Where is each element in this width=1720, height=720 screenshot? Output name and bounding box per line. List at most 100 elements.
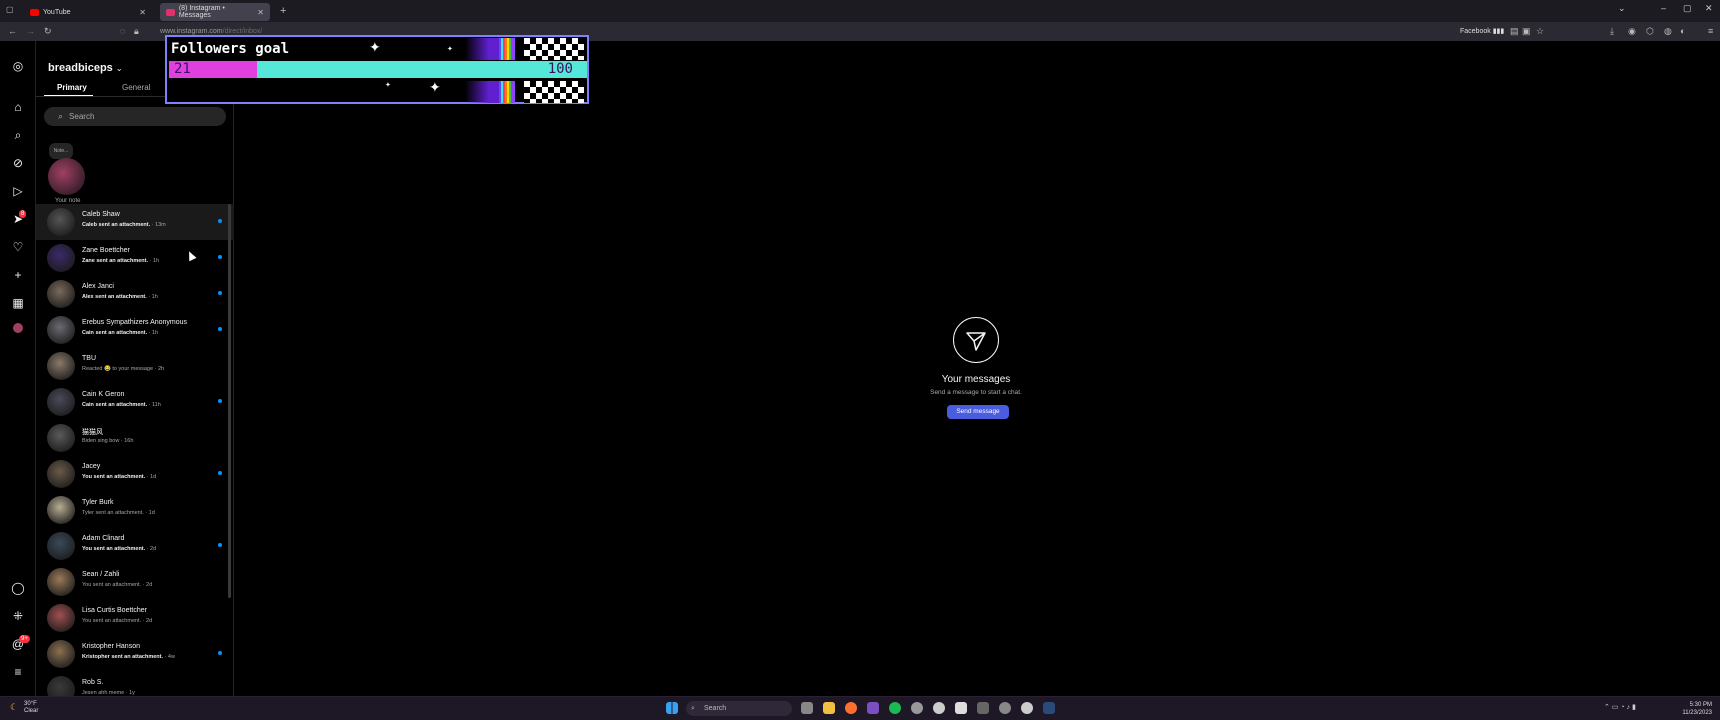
tab-instagram[interactable]: (8) Instagram • Messages ✕ bbox=[160, 3, 270, 21]
preview-text: Tyler sent an attachment. bbox=[82, 510, 144, 516]
app-icon[interactable] bbox=[933, 702, 945, 714]
weather-widget[interactable]: 30°F Clear bbox=[24, 701, 38, 715]
taskbar-search[interactable]: ⌕ Search bbox=[686, 701, 792, 716]
close-tab-icon[interactable]: ✕ bbox=[139, 8, 146, 17]
star-icon[interactable]: ☆ bbox=[1536, 26, 1544, 37]
thread-name: Lisa Curtis Boettcher bbox=[82, 607, 147, 614]
reader-icon[interactable]: ▤ bbox=[1510, 26, 1519, 37]
instagram-logo-icon[interactable]: ◎ bbox=[10, 58, 26, 74]
explore-icon[interactable]: ⊘ bbox=[10, 155, 26, 171]
app-icon[interactable] bbox=[977, 702, 989, 714]
extension-icon[interactable]: ◍ bbox=[1664, 26, 1672, 37]
back-icon[interactable]: ← bbox=[8, 26, 17, 36]
minimize-icon[interactable]: – bbox=[1661, 3, 1666, 13]
heart-icon[interactable]: ♡ bbox=[10, 239, 26, 255]
more-menu-icon[interactable]: ≡ bbox=[10, 664, 26, 680]
tab-list-icon[interactable]: ▢ bbox=[6, 5, 14, 14]
thread-row[interactable]: Sean / Zahli You sent an attachment. · 2d bbox=[36, 564, 234, 600]
thread-name: Sean / Zahli bbox=[82, 571, 120, 578]
system-tray-icons[interactable]: ⌃ ▭ ◔ ♪ ▮ bbox=[1604, 703, 1636, 711]
bookmark-facebook[interactable]: Facebook ▮▮▮ bbox=[1460, 27, 1504, 35]
youtube-favicon-icon bbox=[30, 8, 39, 16]
dashboard-icon[interactable]: ▦ bbox=[10, 295, 26, 311]
app-icon[interactable] bbox=[999, 702, 1011, 714]
download-icon[interactable]: ⤓ bbox=[1610, 26, 1614, 37]
thread-row[interactable]: Tyler Burk Tyler sent an attachment. · 1d bbox=[36, 492, 234, 528]
thread-row[interactable]: Alex Janci Alex sent an attachment. · 1h bbox=[36, 276, 234, 312]
reload-icon[interactable]: ↻ bbox=[44, 26, 52, 37]
thread-name: Caleb Shaw bbox=[82, 211, 120, 218]
thread-preview: Zane sent an attachment. · 1h bbox=[82, 258, 159, 264]
tab-overflow-icon[interactable]: ⌄ bbox=[1618, 3, 1626, 14]
preview-text: Cain sent an attachment. bbox=[82, 402, 148, 408]
thread-row[interactable]: 猫猫风 Biden sing bow · 16h bbox=[36, 420, 234, 456]
menu-icon[interactable]: ≡ bbox=[1708, 26, 1713, 36]
file-explorer-icon[interactable] bbox=[823, 702, 835, 714]
preview-text: You sent an attachment. bbox=[82, 582, 142, 588]
active-tab-underline bbox=[44, 95, 93, 96]
weather-icon[interactable]: ☾ bbox=[10, 702, 18, 713]
account-icon[interactable]: ◉ bbox=[1628, 26, 1636, 37]
app-icon[interactable] bbox=[911, 702, 923, 714]
thread-row[interactable]: Lisa Curtis Boettcher You sent an attachm… bbox=[36, 600, 234, 636]
avatar bbox=[47, 460, 75, 488]
thread-row[interactable]: Caleb Shaw Caleb sent an attachment. · 13… bbox=[36, 204, 234, 240]
tab-primary[interactable]: Primary bbox=[57, 83, 87, 92]
home-icon[interactable]: ⌂ bbox=[10, 99, 26, 115]
maximize-icon[interactable]: ▢ bbox=[1683, 3, 1692, 14]
unread-dot bbox=[218, 651, 222, 655]
screenshot-icon[interactable]: ▣ bbox=[1522, 26, 1531, 37]
thread-row[interactable]: Erebus Sympathizers Anonymous Cain sent a… bbox=[36, 312, 234, 348]
steam-icon[interactable] bbox=[1043, 702, 1055, 714]
forward-icon[interactable]: → bbox=[26, 26, 35, 36]
shield-icon[interactable]: ◌ bbox=[120, 26, 125, 36]
app-icon[interactable] bbox=[1021, 702, 1033, 714]
thread-preview: You sent an attachment. · 2d bbox=[82, 546, 156, 552]
thread-row[interactable]: TBU Reacted 😂 to your message · 2h bbox=[36, 348, 234, 384]
note-avatar[interactable] bbox=[48, 158, 85, 195]
thread-time: · 1h bbox=[147, 330, 159, 336]
app-icon[interactable] bbox=[955, 702, 967, 714]
account-switcher[interactable]: breadbiceps ⌄ bbox=[48, 62, 123, 74]
reels-icon[interactable]: ▷ bbox=[10, 183, 26, 199]
windows-taskbar: ☾ 30°F Clear ⌕ Search ⌃ ▭ ◔ ♪ ▮ 5:30 PM … bbox=[0, 696, 1720, 720]
close-window-icon[interactable]: ✕ bbox=[1705, 3, 1713, 14]
spotify-icon[interactable] bbox=[889, 702, 901, 714]
new-tab-icon[interactable]: + bbox=[280, 5, 286, 17]
task-view-icon[interactable] bbox=[801, 702, 813, 714]
close-tab-icon[interactable]: ✕ bbox=[257, 8, 264, 17]
thread-preview: Kristopher sent an attachment. · 4w bbox=[82, 654, 175, 660]
windows-start-icon[interactable] bbox=[666, 702, 678, 714]
thread-row[interactable]: Cain K Geron Cain sent an attachment. · 1… bbox=[36, 384, 234, 420]
extension-icon[interactable]: ◐ bbox=[1680, 26, 1685, 36]
unread-dot bbox=[218, 543, 222, 547]
thread-row[interactable]: Zane Boettcher Zane sent an attachment. ·… bbox=[36, 240, 234, 276]
note-bubble[interactable]: Note... bbox=[49, 143, 73, 159]
preview-text: Caleb sent an attachment. bbox=[82, 222, 151, 228]
thread-preview: You sent an attachment. · 2d bbox=[82, 582, 152, 588]
preview-text: You sent an attachment. bbox=[82, 618, 142, 624]
firefox-icon[interactable] bbox=[845, 702, 857, 714]
thread-preview: Cain sent an attachment. · 1h bbox=[82, 330, 158, 336]
thread-row[interactable]: Jacey You sent an attachment. · 1d bbox=[36, 456, 234, 492]
extensions-icon[interactable]: ⬡ bbox=[1646, 26, 1654, 37]
send-message-button[interactable]: Send message bbox=[947, 405, 1009, 419]
app-icon[interactable] bbox=[867, 702, 879, 714]
threads-icon[interactable]: ◯ bbox=[10, 580, 26, 596]
search-icon[interactable]: ⌕ bbox=[10, 127, 26, 143]
unread-dot bbox=[218, 327, 222, 331]
search-input[interactable]: ⌕ Search bbox=[44, 107, 226, 126]
instagram-nav-rail: ◎ ⌂ ⌕ ⊘ ▷ ➤ 8 ♡ + ▦ ◯ ⁜ @ 9+ ≡ bbox=[0, 41, 36, 696]
create-icon[interactable]: + bbox=[10, 267, 26, 283]
thread-row[interactable]: Adam Clinard You sent an attachment. · 2d bbox=[36, 528, 234, 564]
scrollbar[interactable] bbox=[228, 204, 231, 598]
also-from-meta-icon[interactable]: ⁜ bbox=[10, 608, 26, 624]
tab-general[interactable]: General bbox=[122, 83, 150, 92]
thread-time: · 1h bbox=[148, 258, 160, 264]
clock-time: 5:30 PM bbox=[1689, 702, 1712, 708]
avatar bbox=[47, 388, 75, 416]
thread-row[interactable]: Kristopher Hanson Kristopher sent an atta… bbox=[36, 636, 234, 672]
system-clock[interactable]: 5:30 PM 11/23/2023 bbox=[1672, 701, 1712, 717]
profile-avatar[interactable] bbox=[13, 323, 23, 333]
tab-youtube[interactable]: YouTube ✕ bbox=[24, 3, 152, 21]
